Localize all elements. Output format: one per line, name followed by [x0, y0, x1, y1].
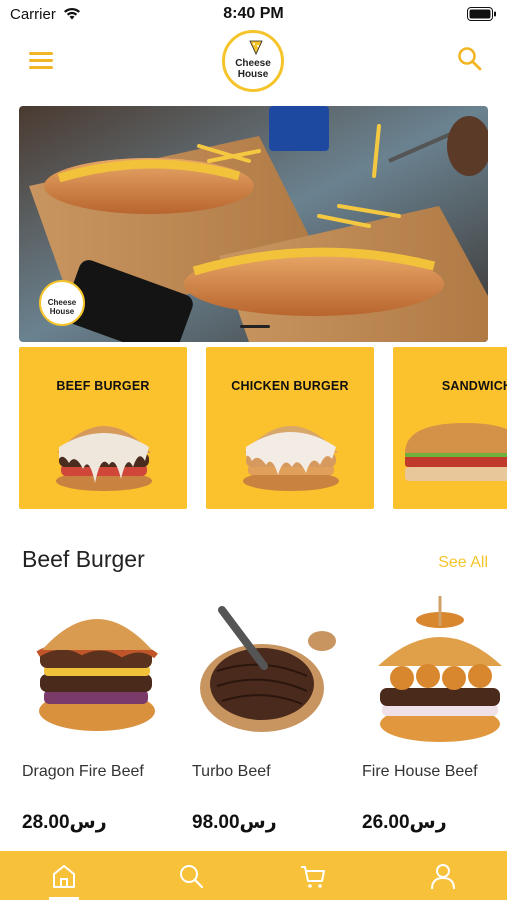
clock: 8:40 PM — [223, 5, 284, 22]
banner-logo: Cheese House — [39, 280, 85, 326]
brand-logo-line1: Cheese — [235, 58, 271, 69]
search-icon[interactable] — [176, 861, 206, 891]
user-icon[interactable] — [428, 861, 458, 891]
dragon-fire-beef-image — [36, 619, 158, 731]
status-bar: Carrier 8:40 PM — [0, 0, 507, 28]
cheese-cone-icon — [249, 40, 263, 55]
banner-logo-line1: Cheese — [47, 298, 77, 307]
brand-logo-text: Cheese House — [225, 58, 281, 80]
product-price: 26.00رس — [362, 812, 447, 833]
menu-bar — [29, 66, 53, 69]
category-carousel[interactable]: BEEF BURGER CHICKEN BURGER SANDWICH — [19, 347, 507, 510]
category-card-beef-burger[interactable]: BEEF BURGER — [19, 347, 187, 509]
beef-burger-image — [56, 426, 152, 491]
product-name: Turbo Beef — [192, 763, 271, 780]
product-name: Fire House Beef — [362, 763, 478, 780]
bottom-tab-bar — [0, 851, 507, 900]
menu-button[interactable] — [26, 46, 56, 74]
cart-icon[interactable] — [298, 861, 328, 891]
app-header: Cheese House — [0, 28, 507, 96]
category-label: SANDWICH — [441, 379, 507, 393]
search-icon[interactable] — [455, 44, 485, 74]
menu-bar — [29, 52, 53, 55]
category-card-chicken-burger[interactable]: CHICKEN BURGER — [206, 347, 374, 509]
brand-logo[interactable]: Cheese House — [222, 30, 284, 92]
category-label: CHICKEN BURGER — [231, 379, 349, 393]
banner-food-photo — [19, 106, 488, 342]
product-price: 98.00رس — [192, 812, 277, 833]
battery-icon — [467, 7, 496, 21]
section-title: Beef Burger — [22, 546, 145, 572]
product-name: Dragon Fire Beef — [22, 763, 144, 780]
product-card[interactable]: Dragon Fire Beef 28.00رس — [22, 596, 177, 841]
brand-logo-line2: House — [237, 69, 269, 80]
product-card[interactable]: Fire House Beef 26.00رس — [362, 596, 507, 841]
see-all-link[interactable]: See All — [438, 554, 488, 572]
promo-banner[interactable]: Cheese House — [19, 106, 488, 342]
category-label: BEEF BURGER — [56, 379, 150, 393]
carousel-indicator — [240, 325, 270, 328]
menu-bar — [29, 59, 53, 62]
product-card[interactable]: Turbo Beef 98.00رس — [192, 596, 347, 841]
banner-logo-line2: House — [49, 307, 75, 316]
sandwich-image — [405, 423, 507, 481]
product-price: 28.00رس — [22, 812, 107, 833]
fire-house-beef-image — [378, 596, 502, 742]
home-icon[interactable] — [49, 861, 79, 891]
banner-logo-text: Cheese House — [41, 298, 83, 316]
turbo-beef-image — [200, 606, 336, 732]
category-card-sandwich[interactable]: SANDWICH — [393, 347, 507, 509]
chicken-burger-image — [243, 426, 339, 491]
